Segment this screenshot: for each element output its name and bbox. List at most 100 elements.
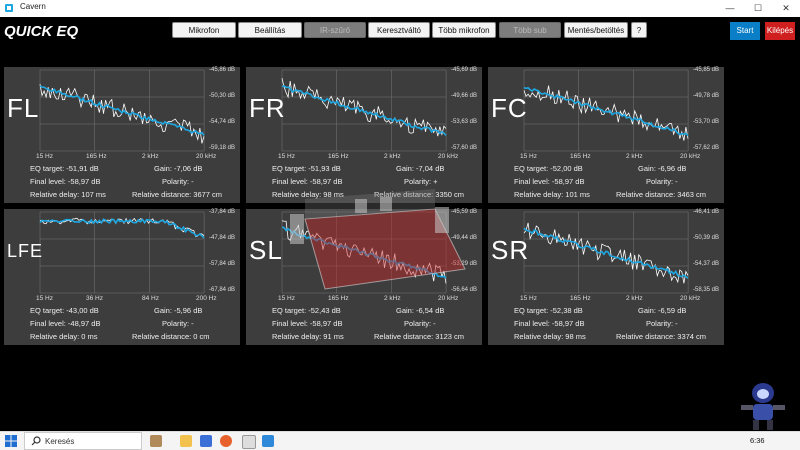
relative-delay-text: Relative delay: 0 ms [30, 332, 98, 341]
maximize-button[interactable]: ☐ [744, 0, 772, 17]
title-bar: Cavern — ☐ ✕ [0, 0, 800, 18]
db-axis-label: -53,70 dB [693, 119, 720, 125]
taskbar-search[interactable]: Keresés [24, 432, 142, 450]
channel-panel-fc[interactable]: FC -45,85 dB -49,78 dB -53,70 dB -57,62 dB 15… [488, 67, 724, 203]
window-title: Cavern [20, 2, 46, 11]
freq-axis-label: 20 kHz [196, 153, 217, 160]
freq-axis-label: 200 Hz [196, 295, 217, 302]
logo-text: QUICK EQ [4, 23, 79, 40]
relative-distance-text: Relative distance: 3463 cm [616, 190, 707, 199]
db-axis-label: -45,86 dB [209, 67, 236, 73]
db-axis-label: -57,60 dB [451, 145, 478, 151]
room-visualization [290, 189, 466, 290]
relative-distance-text: Relative distance: 3123 cm [374, 332, 465, 341]
window-icon[interactable] [242, 435, 256, 449]
app-icon [5, 4, 13, 12]
relative-distance-text: Relative distance: 3677 cm [132, 190, 223, 199]
relative-delay-text: Relative delay: 101 ms [514, 190, 590, 199]
channel-panel-lfe[interactable]: LFE -37,84 dB -47,84 dB -57,84 dB -67,84 dB 1… [4, 209, 240, 345]
gain-text: Gain: -7,04 dB [396, 164, 445, 173]
final-level-text: Final level: -58,97 dB [514, 177, 585, 186]
db-axis-label: -45,69 dB [451, 67, 478, 73]
polarity-text: Polarity: + [404, 177, 438, 186]
channel-name: SL [249, 235, 283, 265]
polarity-text: Polarity: - [646, 177, 678, 186]
microphone-button[interactable]: Mikrofon [172, 22, 236, 38]
final-level-text: Final level: -58,97 dB [272, 177, 343, 186]
save-load-button[interactable]: Mentés/betöltés [564, 22, 628, 38]
settings-button[interactable]: Beállítás [238, 22, 302, 38]
eq-curve [523, 86, 689, 137]
measured-curve [523, 222, 689, 284]
freq-axis-label: 165 Hz [570, 153, 591, 160]
multi-mic-button[interactable]: Több mikrofon [432, 22, 496, 38]
freq-axis-label: 2 kHz [626, 295, 643, 302]
cortana-icon[interactable] [150, 435, 162, 447]
db-axis-label: -54,74 dB [209, 119, 236, 125]
db-axis-label: -46,41 dB [693, 209, 720, 215]
multi-sub-button[interactable]: Több sub [499, 22, 561, 38]
robot-mascot-icon [741, 383, 785, 430]
clock: 6:36 [750, 436, 765, 445]
db-axis-label: -45,85 dB [693, 67, 720, 73]
minimize-button[interactable]: — [716, 0, 744, 17]
channel-name: FR [249, 93, 286, 123]
freq-axis-label: 20 kHz [438, 153, 459, 160]
polarity-text: Polarity: - [404, 319, 436, 328]
freq-axis-label: 165 Hz [328, 153, 349, 160]
freq-axis-label: 20 kHz [680, 295, 701, 302]
freq-axis-label: 2 kHz [142, 153, 159, 160]
eq-target-text: EQ target: -51,91 dB [30, 164, 99, 173]
freq-axis-label: 15 Hz [520, 295, 537, 302]
eq-target-text: EQ target: -52,00 dB [514, 164, 583, 173]
freq-axis-label: 2 kHz [626, 153, 643, 160]
freq-axis-label: 15 Hz [278, 153, 295, 160]
freq-axis-label: 2 kHz [384, 153, 401, 160]
polarity-text: Polarity: - [646, 319, 678, 328]
final-level-text: Final level: -58,97 dB [514, 319, 585, 328]
final-level-text: Final level: -58,97 dB [30, 177, 101, 186]
speaker-icon [290, 214, 304, 244]
freq-axis-label: 36 Hz [86, 295, 103, 302]
quickeq-logo: QUICK EQ [4, 23, 79, 40]
close-button[interactable]: ✕ [772, 0, 800, 17]
start-button[interactable]: Start [730, 22, 760, 40]
taskbar: Keresés 6:36 [0, 431, 800, 450]
freq-axis-label: 15 Hz [520, 153, 537, 160]
polarity-text: Polarity: - [162, 177, 194, 186]
freq-axis-label: 165 Hz [570, 295, 591, 302]
windows-icon[interactable] [5, 435, 17, 447]
channel-panel-fr[interactable]: FR -45,69 dB -49,66 dB -53,63 dB -57,60 dB 15… [246, 67, 482, 203]
channel-panel-sr[interactable]: SR -46,41 dB -50,39 dB -54,37 dB -58,35 dB 15… [488, 209, 724, 345]
help-button[interactable]: ? [631, 22, 647, 38]
channel-name: FC [491, 93, 528, 123]
channel-name: FL [7, 93, 40, 123]
channel-panel-fl[interactable]: FL -45,86 dB -50,30 dB -54,74 dB -59,18 dB 15… [4, 67, 240, 203]
freq-axis-label: 15 Hz [36, 295, 53, 302]
freq-axis-label: 165 Hz [86, 153, 107, 160]
eq-target-text: EQ target: -52,38 dB [514, 306, 583, 315]
relative-delay-text: Relative delay: 91 ms [272, 332, 344, 341]
app-area: QUICK EQ Mikrofon Beállítás IR-szűrő Ker… [0, 17, 800, 431]
crossover-button[interactable]: Keresztváltó [368, 22, 430, 38]
measured-curve [523, 85, 689, 141]
gain-text: Gain: -7,06 dB [154, 164, 203, 173]
exit-button[interactable]: Kilépés [765, 22, 795, 40]
freq-axis-label: 84 Hz [142, 295, 159, 302]
settings-icon[interactable] [262, 435, 274, 447]
db-axis-label: -50,39 dB [693, 235, 720, 241]
gain-text: Gain: -6,54 dB [396, 306, 445, 315]
db-axis-label: -67,84 dB [209, 287, 236, 293]
eq-target-text: EQ target: -51,93 dB [272, 164, 341, 173]
db-axis-label: -59,18 dB [209, 145, 236, 151]
measured-curve [281, 78, 447, 137]
db-axis-label: -57,84 dB [209, 261, 236, 267]
eq-curve [523, 227, 689, 279]
firefox-icon[interactable] [220, 435, 232, 447]
file-explorer-icon[interactable] [180, 435, 192, 447]
ir-filter-button[interactable]: IR-szűrő [304, 22, 366, 38]
db-axis-label: -57,62 dB [693, 145, 720, 151]
gain-text: Gain: -6,96 dB [638, 164, 687, 173]
relative-distance-text: Relative distance: 3374 cm [616, 332, 707, 341]
save-icon[interactable] [200, 435, 212, 447]
